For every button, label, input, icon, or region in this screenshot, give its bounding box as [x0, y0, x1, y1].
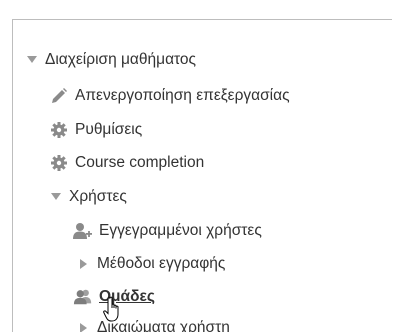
- hand-cursor-icon: [103, 296, 119, 322]
- pencil-icon: [49, 86, 69, 106]
- tree-item-label: Εγγεγραμμένοι χρήστες: [99, 222, 262, 239]
- tree-item-settings[interactable]: Ρυθμίσεις: [49, 118, 142, 142]
- tree-node-user-permissions[interactable]: Δικαιώματα χρήστη: [77, 316, 230, 332]
- tree-item-label: Ρυθμίσεις: [75, 121, 143, 138]
- triangle-down-icon[interactable]: [25, 53, 39, 67]
- course-admin-panel: Διαχείριση μαθήματος Απενεργοποίηση επεξ…: [12, 19, 392, 332]
- tree-node-enrolment-methods[interactable]: Μέθοδοι εγγραφής: [77, 252, 225, 276]
- tree-node-label: Διαχείριση μαθήματος: [45, 51, 197, 68]
- tree-item-course-completion[interactable]: Course completion: [49, 151, 204, 175]
- gear-icon: [49, 153, 69, 173]
- triangle-down-icon[interactable]: [49, 190, 63, 204]
- tree-node-course-admin[interactable]: Διαχείριση μαθήματος: [25, 48, 196, 72]
- tree-node-label: Χρήστες: [69, 188, 127, 205]
- triangle-right-icon[interactable]: [77, 257, 91, 271]
- enrolled-users-icon: [73, 221, 93, 241]
- groups-icon: [73, 287, 93, 307]
- gear-icon: [49, 120, 69, 140]
- tree-item-label: Course completion: [75, 154, 205, 171]
- triangle-right-icon[interactable]: [77, 321, 91, 332]
- tree-item-enrolled-users[interactable]: Εγγεγραμμένοι χρήστες: [73, 219, 262, 243]
- tree-item-label: Απενεργοποίηση επεξεργασίας: [75, 87, 290, 104]
- tree-node-label: Μέθοδοι εγγραφής: [97, 255, 226, 272]
- tree-node-users[interactable]: Χρήστες: [49, 185, 127, 209]
- tree-item-turn-editing-off[interactable]: Απενεργοποίηση επεξεργασίας: [49, 84, 290, 108]
